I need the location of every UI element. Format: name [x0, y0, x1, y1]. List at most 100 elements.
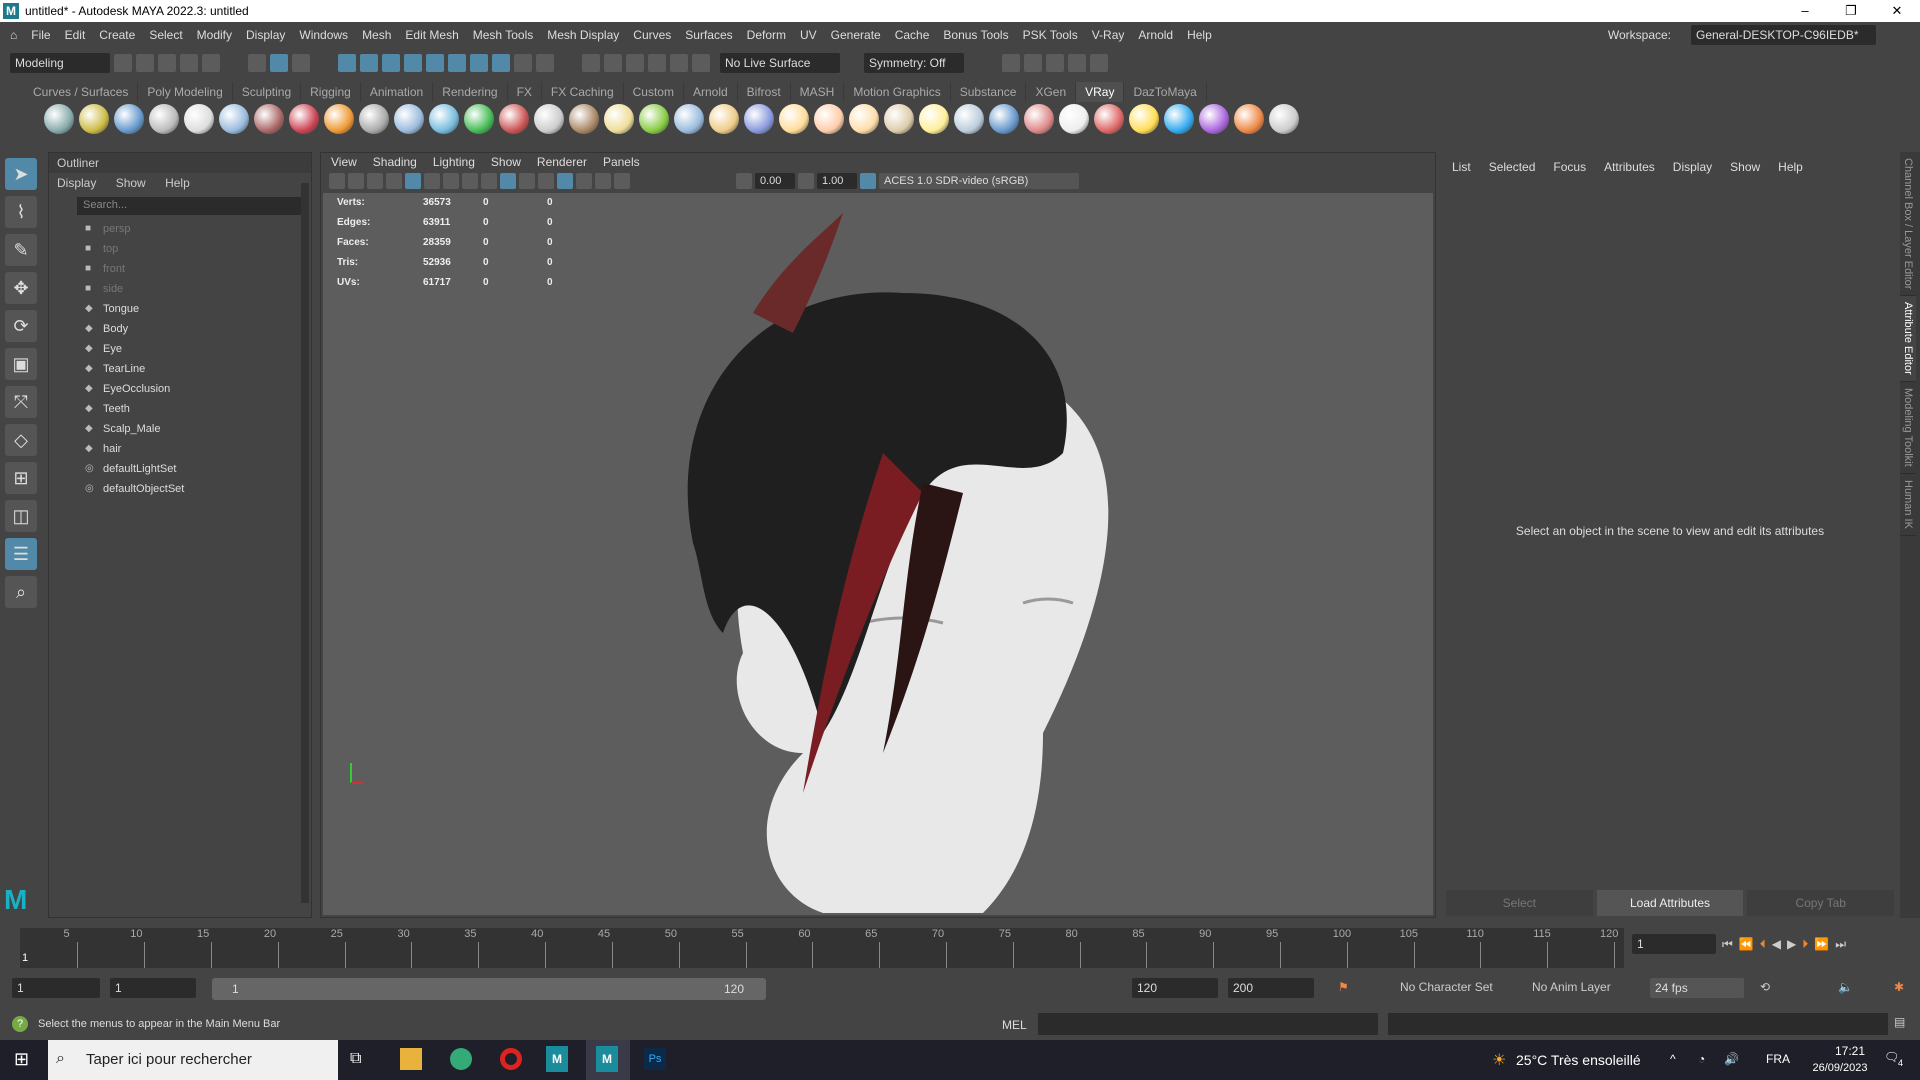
- viewport-menu-shading[interactable]: Shading: [373, 155, 417, 169]
- shelf-tool-icon[interactable]: [184, 104, 214, 134]
- menu-mesh[interactable]: Mesh: [362, 28, 391, 42]
- camera-attributes-icon[interactable]: [348, 173, 364, 189]
- file-explorer-icon[interactable]: [400, 1048, 422, 1070]
- gamma-icon[interactable]: [798, 173, 814, 189]
- resolution-gate-icon[interactable]: [443, 173, 459, 189]
- menu-mesh-display[interactable]: Mesh Display: [547, 28, 619, 42]
- input-ops-icon[interactable]: [604, 54, 622, 72]
- sound-icon[interactable]: 🔈: [1838, 980, 1853, 994]
- shelf-tool-icon[interactable]: [219, 104, 249, 134]
- image-plane-icon[interactable]: [386, 173, 402, 189]
- outliner-search-input[interactable]: Search...: [77, 197, 305, 215]
- select-tool-icon[interactable]: ➤: [5, 158, 37, 190]
- outliner-menu-help[interactable]: Help: [165, 176, 190, 190]
- select-component-icon[interactable]: [292, 54, 310, 72]
- copy-tab-button[interactable]: Copy Tab: [1747, 890, 1895, 916]
- go-to-end-icon[interactable]: ⏭: [1835, 937, 1846, 952]
- xray-icon[interactable]: [557, 173, 573, 189]
- outliner-item[interactable]: ◆ Tongue: [49, 299, 311, 319]
- default-material-icon[interactable]: [519, 173, 535, 189]
- shelf-tool-icon[interactable]: [674, 104, 704, 134]
- shelf-tool-icon[interactable]: [464, 104, 494, 134]
- windows-start-icon[interactable]: ⊞: [14, 1049, 29, 1070]
- select-lock-icon[interactable]: [536, 54, 554, 72]
- shelf-tab-custom[interactable]: Custom: [624, 82, 684, 102]
- color-space-select[interactable]: ACES 1.0 SDR-video (sRGB): [879, 173, 1079, 189]
- make-live-icon[interactable]: [670, 54, 688, 72]
- shelf-tool-icon[interactable]: [639, 104, 669, 134]
- preferences-icon[interactable]: ✱: [1894, 980, 1904, 994]
- scale-tool-icon[interactable]: ▣: [5, 348, 37, 380]
- attr-menu-focus[interactable]: Focus: [1553, 160, 1586, 174]
- shadows-icon[interactable]: [595, 173, 611, 189]
- outliner-item[interactable]: ◆ Body: [49, 319, 311, 339]
- render-frame-icon[interactable]: [1024, 54, 1042, 72]
- safe-action-icon[interactable]: [462, 173, 478, 189]
- shelf-tool-icon[interactable]: [149, 104, 179, 134]
- film-gate-icon[interactable]: [424, 173, 440, 189]
- shelf-tab-vray[interactable]: VRay: [1076, 82, 1125, 102]
- viewport-menu-panels[interactable]: Panels: [603, 155, 640, 169]
- render-settings-icon[interactable]: [1068, 54, 1086, 72]
- snap-grid-icon[interactable]: [338, 54, 356, 72]
- menu-modify[interactable]: Modify: [197, 28, 232, 42]
- last-tool-icon[interactable]: ⤧: [5, 386, 37, 418]
- menu-cache[interactable]: Cache: [895, 28, 930, 42]
- attr-menu-list[interactable]: List: [1452, 160, 1471, 174]
- history-icon[interactable]: [582, 54, 600, 72]
- wireframe-icon[interactable]: [481, 173, 497, 189]
- shelf-tool-icon[interactable]: [394, 104, 424, 134]
- menu-select[interactable]: Select: [149, 28, 182, 42]
- tab-modeling-toolkit[interactable]: Modeling Toolkit: [1900, 382, 1916, 474]
- shelf-tab-substance[interactable]: Substance: [951, 82, 1027, 102]
- shelf-tool-icon[interactable]: [44, 104, 74, 134]
- tray-chevron-icon[interactable]: ^: [1670, 1052, 1676, 1066]
- shelf-tab-sculpting[interactable]: Sculpting: [233, 82, 302, 102]
- script-language-toggle[interactable]: MEL: [1002, 1018, 1027, 1032]
- 3d-viewport[interactable]: Verts: 36573 0 0 Edges: 63911 0 0 Faces: 28359 0 0 T…: [323, 193, 1433, 915]
- color-management-icon[interactable]: [860, 173, 876, 189]
- attr-menu-display[interactable]: Display: [1673, 160, 1712, 174]
- search-icon[interactable]: ⌕: [5, 576, 37, 608]
- menu-v-ray[interactable]: V-Ray: [1092, 28, 1125, 42]
- textured-icon[interactable]: [538, 173, 554, 189]
- shelf-tool-icon[interactable]: [534, 104, 564, 134]
- bookmark-icon[interactable]: [367, 173, 383, 189]
- shelf-tool-icon[interactable]: [359, 104, 389, 134]
- shelf-tool-icon[interactable]: [79, 104, 109, 134]
- outliner-item[interactable]: ◎ defaultLightSet: [49, 459, 311, 479]
- menu-generate[interactable]: Generate: [831, 28, 881, 42]
- shelf-tab-poly-modeling[interactable]: Poly Modeling: [138, 82, 233, 102]
- rotate-tool-icon[interactable]: ⟳: [5, 310, 37, 342]
- snap-surface-icon[interactable]: [470, 54, 488, 72]
- shelf-tool-icon[interactable]: [324, 104, 354, 134]
- menu-edit[interactable]: Edit: [65, 28, 86, 42]
- attr-menu-selected[interactable]: Selected: [1489, 160, 1536, 174]
- playback-end-field[interactable]: 120: [1132, 978, 1218, 998]
- viewport-menu-lighting[interactable]: Lighting: [433, 155, 475, 169]
- outliner-item[interactable]: ◆ TearLine: [49, 359, 311, 379]
- load-attributes-button[interactable]: Load Attributes: [1596, 890, 1744, 916]
- help-icon[interactable]: [492, 54, 510, 72]
- lights-icon[interactable]: [576, 173, 592, 189]
- snap-point-icon[interactable]: [382, 54, 400, 72]
- outliner-item[interactable]: ◆ Scalp_Male: [49, 419, 311, 439]
- play-forward-icon[interactable]: ▶: [1787, 937, 1796, 951]
- outliner-item[interactable]: ■ persp: [49, 219, 311, 239]
- tab-channel-box[interactable]: Channel Box / Layer Editor: [1900, 152, 1916, 297]
- clock-date[interactable]: 26/09/2023: [1800, 1062, 1880, 1074]
- task-view-icon[interactable]: ⧉: [350, 1050, 361, 1068]
- outliner-item[interactable]: ◆ EyeOcclusion: [49, 379, 311, 399]
- outliner-item[interactable]: ■ top: [49, 239, 311, 259]
- shelf-tab-fx[interactable]: FX: [508, 82, 542, 102]
- close-button[interactable]: ✕: [1874, 0, 1920, 22]
- render-view-icon[interactable]: [1002, 54, 1020, 72]
- outliner-item[interactable]: ◆ hair: [49, 439, 311, 459]
- shelf-tool-icon[interactable]: [254, 104, 284, 134]
- chrome-icon[interactable]: [450, 1048, 472, 1070]
- step-forward-key-icon[interactable]: ⏩: [1814, 937, 1829, 951]
- network-icon[interactable]: ◔: [1698, 1052, 1705, 1066]
- volume-icon[interactable]: 🔊: [1724, 1052, 1739, 1066]
- viewport-menu-view[interactable]: View: [331, 155, 357, 169]
- shelf-tool-icon[interactable]: [429, 104, 459, 134]
